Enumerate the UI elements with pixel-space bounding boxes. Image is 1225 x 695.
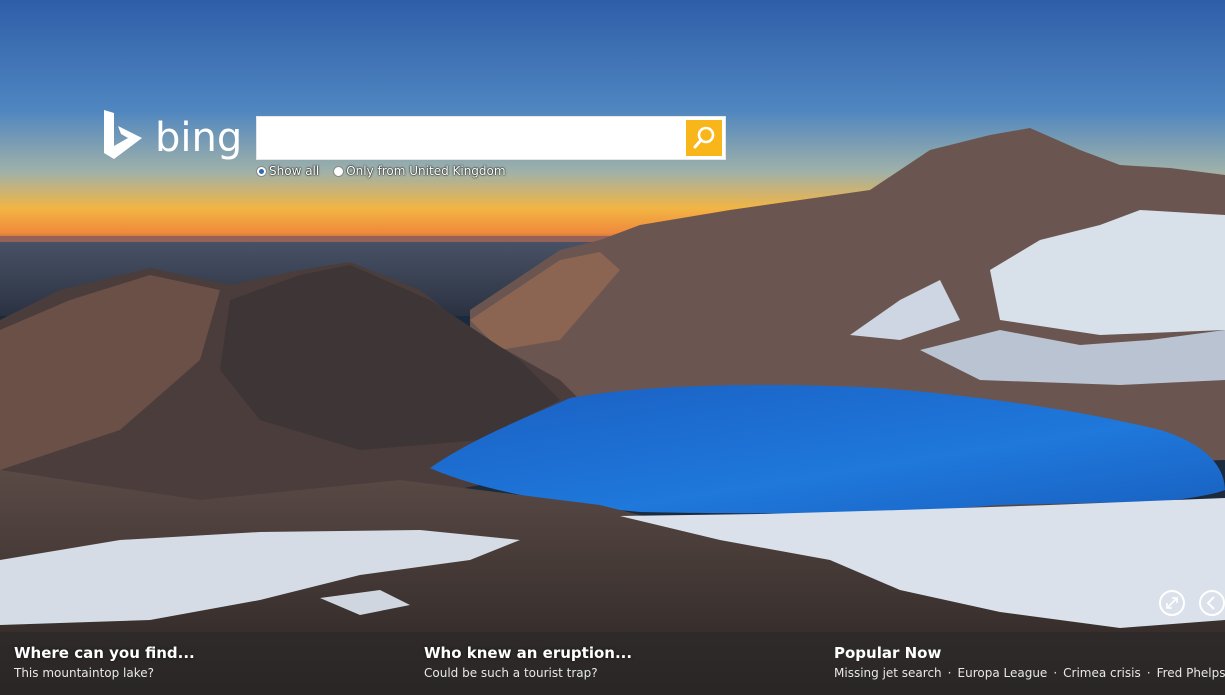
trending-link[interactable]: Missing jet search [834, 666, 942, 680]
separator-dot: · [947, 666, 952, 680]
search-button[interactable] [686, 120, 722, 156]
hotspot-title: Where can you find... [14, 644, 195, 662]
fullscreen-button[interactable] [1159, 590, 1185, 616]
trending-link[interactable]: Europa League [958, 666, 1048, 680]
bing-logo[interactable]: bing [102, 108, 242, 164]
scope-option-label: Only from United Kingdom [346, 164, 506, 178]
hotspot-lake[interactable]: Where can you find... This mountaintop l… [14, 644, 195, 680]
popular-now-title: Popular Now [834, 644, 942, 662]
radio-uk[interactable] [333, 165, 345, 177]
hotspot-eruption[interactable]: Who knew an eruption... Could be such a … [424, 644, 632, 680]
popular-now: Popular Now Missing jet search · Europa … [834, 644, 1225, 680]
footer-bar: Where can you find... This mountaintop l… [0, 632, 1225, 695]
trending-link[interactable]: Fred Phelps [1157, 666, 1225, 680]
scope-option-label: Show all [269, 164, 320, 178]
expand-icon [1166, 597, 1178, 609]
search-scope: Show all Only from United Kingdom [256, 163, 520, 179]
hotspot-title: Who knew an eruption... [424, 644, 633, 662]
svg-text:bing: bing [155, 115, 242, 161]
search-icon [693, 126, 715, 149]
search-input[interactable] [257, 117, 685, 159]
separator-dot: · [1053, 666, 1058, 680]
scope-option-uk[interactable]: Only from United Kingdom [333, 164, 506, 178]
hotspot-subtitle: Could be such a tourist trap? [424, 666, 598, 680]
radio-show-all[interactable] [256, 165, 267, 177]
previous-image-button[interactable] [1199, 590, 1225, 616]
scope-option-show-all[interactable]: Show all [256, 164, 319, 178]
separator-dot: · [1146, 666, 1151, 680]
chevron-left-icon [1206, 596, 1215, 610]
background-photo [0, 0, 1225, 695]
trending-list: Missing jet search · Europa League · Cri… [834, 666, 1225, 680]
hotspot-subtitle: This mountaintop lake? [14, 666, 155, 680]
trending-link[interactable]: Crimea crisis [1063, 666, 1141, 680]
search-box [256, 116, 726, 160]
